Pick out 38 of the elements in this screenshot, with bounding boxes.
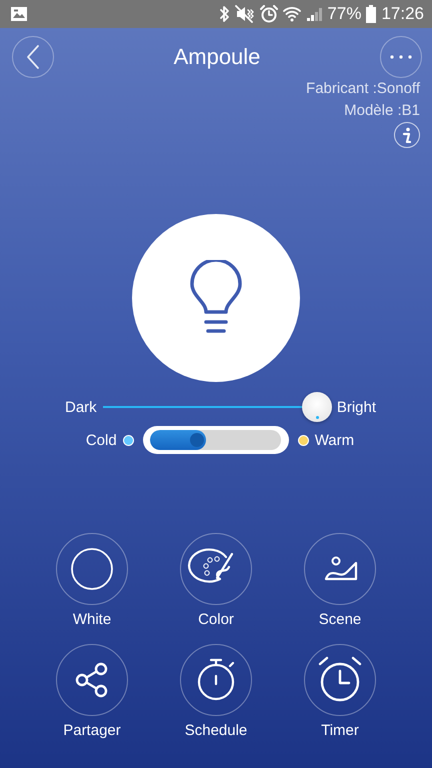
back-button[interactable] bbox=[12, 36, 54, 78]
clock-time: 17:26 bbox=[381, 4, 424, 24]
dark-label: Dark bbox=[65, 398, 97, 416]
share-button[interactable]: Partager bbox=[56, 644, 128, 741]
timer-button[interactable]: Timer bbox=[304, 644, 376, 741]
device-title: Ampoule bbox=[174, 44, 260, 70]
image-icon bbox=[10, 6, 28, 22]
signal-icon bbox=[306, 6, 322, 22]
landscape-icon bbox=[304, 533, 376, 605]
more-icon bbox=[389, 54, 413, 60]
circle-icon bbox=[56, 533, 128, 605]
battery-level: 77% bbox=[327, 4, 362, 24]
alarm-icon bbox=[260, 5, 278, 23]
schedule-button[interactable]: Schedule bbox=[180, 644, 252, 741]
slider-thumb[interactable] bbox=[302, 392, 332, 422]
alarm-clock-icon bbox=[304, 644, 376, 716]
bright-label: Bright bbox=[336, 398, 376, 416]
scene-button[interactable]: Scene bbox=[304, 533, 376, 630]
mute-icon bbox=[235, 5, 256, 23]
color-mode-button[interactable]: Color bbox=[180, 533, 252, 630]
color-temperature-slider[interactable] bbox=[142, 426, 289, 454]
warm-dot bbox=[298, 434, 309, 446]
bluetooth-icon bbox=[219, 5, 230, 23]
lightbulb-icon bbox=[188, 260, 244, 336]
info-button[interactable] bbox=[394, 122, 420, 148]
warm-label: Warm bbox=[314, 432, 354, 448]
cold-dot bbox=[122, 434, 134, 446]
model-text: Modèle :B1 bbox=[344, 101, 420, 121]
cold-label: Cold bbox=[86, 432, 117, 448]
battery-icon bbox=[366, 5, 376, 23]
share-icon bbox=[56, 644, 128, 716]
plain-light-button[interactable]: White bbox=[56, 533, 128, 630]
brightness-slider[interactable] bbox=[102, 392, 331, 422]
palette-icon bbox=[180, 533, 252, 605]
stopwatch-icon bbox=[180, 644, 252, 716]
info-icon bbox=[402, 127, 412, 143]
wifi-icon bbox=[283, 5, 302, 23]
manufacturer-text: Fabricant :Sonoff bbox=[306, 79, 420, 99]
